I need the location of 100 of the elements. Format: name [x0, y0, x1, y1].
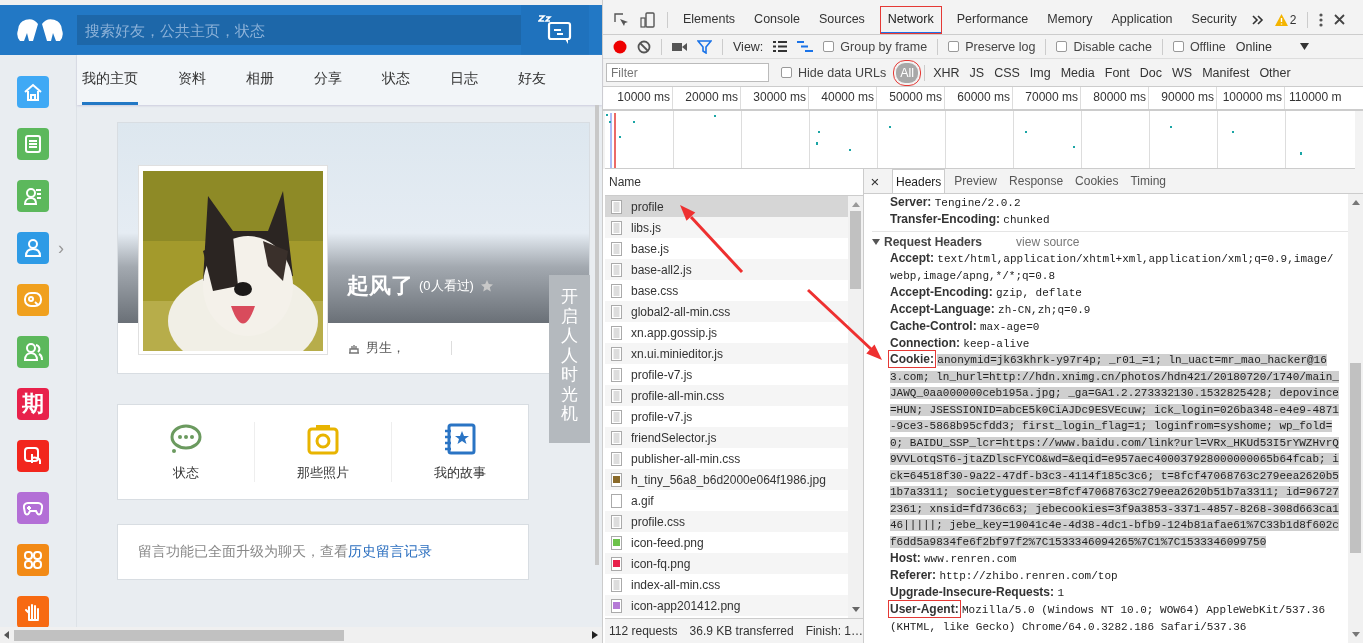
request-row[interactable]: profile — [605, 196, 848, 217]
type-filter-button[interactable]: Font — [1102, 64, 1132, 81]
request-row[interactable]: icon-app201412.png — [605, 595, 848, 616]
devtools-tab[interactable]: Application — [1107, 5, 1177, 34]
devtools-tab[interactable]: Console — [750, 5, 804, 34]
checkbox-box[interactable] — [948, 41, 960, 52]
close-button[interactable]: × — [864, 169, 886, 193]
detail-tab[interactable]: Preview — [951, 169, 1001, 193]
section-toggle[interactable]: Request Headers — [872, 235, 983, 249]
type-filter-button[interactable]: Manifest — [1200, 64, 1252, 81]
scrollbar[interactable] — [1348, 194, 1363, 643]
request-row[interactable]: icon-fq.png — [605, 553, 848, 574]
profile-tab[interactable]: 分享 — [314, 55, 370, 105]
history-link[interactable]: 历史留言记录 — [348, 543, 432, 559]
request-row[interactable]: xn.ui.minieditor.js — [605, 343, 848, 364]
type-filter-button[interactable]: CSS — [992, 64, 1022, 81]
record-icon[interactable] — [613, 39, 627, 54]
profile-tab[interactable]: 好友 — [518, 55, 574, 105]
request-row[interactable]: libs.js — [605, 217, 848, 238]
type-filter-button[interactable]: XHR — [931, 64, 962, 81]
sidebar-item[interactable] — [17, 128, 49, 160]
checkbox-box[interactable] — [781, 67, 792, 78]
scroll-thumb[interactable] — [850, 211, 861, 289]
sidebar-item[interactable] — [17, 284, 49, 316]
sidebar-item[interactable] — [17, 336, 49, 368]
quick-link[interactable]: 我的故事 — [391, 422, 528, 482]
quick-link[interactable]: 状态 — [118, 422, 254, 482]
profile-tab[interactable]: 相册 — [246, 55, 302, 105]
request-row[interactable]: friendSelector.js — [605, 427, 848, 448]
scroll-right-icon[interactable] — [592, 631, 598, 639]
sidebar-item[interactable] — [17, 180, 49, 212]
type-filter-button[interactable]: Other — [1257, 64, 1293, 81]
scroll-up-icon[interactable] — [1351, 200, 1360, 205]
scroll-down-icon[interactable] — [851, 607, 860, 612]
request-row[interactable]: global2-all-min.css — [605, 301, 848, 322]
scroll-thumb[interactable] — [1350, 363, 1361, 553]
request-row[interactable]: base-all2.js — [605, 259, 848, 280]
more-tabs-icon[interactable] — [1251, 14, 1264, 25]
kebab-menu-icon[interactable] — [1319, 12, 1324, 27]
scrollbar[interactable] — [848, 196, 863, 618]
inspect-icon[interactable] — [613, 11, 629, 28]
checkbox-box[interactable] — [1056, 41, 1068, 52]
detail-tab[interactable]: Cookies — [1072, 169, 1122, 193]
type-filter-button[interactable]: Doc — [1137, 64, 1164, 81]
checkbox[interactable]: Hide data URLs — [781, 65, 887, 80]
chat-button[interactable] — [521, 5, 589, 55]
sidebar-item[interactable] — [17, 232, 49, 264]
detail-tab[interactable]: Timing — [1127, 169, 1169, 193]
checkbox[interactable]: Preserve log — [948, 39, 1036, 54]
devtools-tab[interactable]: Performance — [952, 5, 1033, 34]
view-source-link[interactable]: view source — [1016, 235, 1080, 249]
quick-link[interactable]: 那些照片 — [254, 422, 391, 482]
star-icon[interactable] — [479, 279, 494, 293]
filter-icon[interactable] — [697, 39, 712, 54]
request-row[interactable]: h_tiny_56a8_b6d2000e064f1986.jpg — [605, 469, 848, 490]
warning-icon[interactable] — [1274, 13, 1288, 26]
sidebar-item[interactable] — [17, 492, 49, 524]
waterfall-icon[interactable] — [797, 41, 814, 52]
sidebar-item[interactable] — [17, 76, 49, 108]
sidebar-item[interactable] — [17, 544, 49, 576]
filter-field[interactable]: Filter — [606, 63, 769, 82]
profile-tab[interactable]: 资料 — [178, 55, 234, 105]
devtools-tab[interactable]: Memory — [1043, 5, 1097, 34]
sidebar-item[interactable] — [17, 440, 49, 472]
detail-tab[interactable]: Headers — [892, 169, 946, 193]
checkbox-box[interactable] — [823, 41, 835, 52]
checkbox-box[interactable] — [1172, 41, 1184, 52]
logo-icon[interactable] — [16, 17, 64, 43]
sidebar-item[interactable] — [17, 596, 49, 628]
sidebar-item[interactable]: 期 — [17, 388, 49, 420]
close-icon[interactable] — [1334, 14, 1346, 25]
profile-tab[interactable]: 状态 — [382, 55, 438, 105]
devtools-tab[interactable]: Elements — [679, 5, 740, 34]
scroll-down-icon[interactable] — [1351, 632, 1360, 637]
throttling-dropdown[interactable]: Online — [1235, 39, 1309, 54]
list-view-icon[interactable] — [773, 41, 788, 52]
scroll-thumb[interactable] — [14, 629, 344, 641]
device-icon[interactable] — [640, 11, 656, 28]
detail-tab[interactable]: Response — [1006, 169, 1067, 193]
checkbox[interactable]: Disable cache — [1056, 39, 1152, 54]
profile-tab[interactable]: 我的主页 — [82, 55, 138, 105]
checkbox[interactable]: Group by frame — [823, 39, 928, 54]
type-filter-button[interactable]: Img — [1027, 64, 1053, 81]
scroll-left-icon[interactable] — [4, 631, 10, 639]
checkbox[interactable]: Offline — [1172, 39, 1226, 54]
type-filter-button[interactable]: WS — [1170, 64, 1195, 81]
devtools-tab[interactable]: Sources — [815, 5, 869, 34]
video-camera-icon[interactable] — [672, 41, 687, 52]
search-field[interactable]: 搜索好友，公共主页，状态 — [77, 15, 521, 45]
scroll-up-icon[interactable] — [851, 202, 860, 207]
profile-tab[interactable]: 日志 — [450, 55, 506, 105]
type-filter-button[interactable]: Media — [1058, 64, 1097, 81]
clear-icon[interactable] — [637, 39, 651, 54]
devtools-tab[interactable]: Network — [879, 5, 942, 34]
type-filter-button[interactable]: JS — [967, 64, 987, 81]
request-row[interactable]: profile-all-min.css — [605, 385, 848, 406]
devtools-tab[interactable]: Security — [1187, 5, 1241, 34]
request-row[interactable]: profile.css — [605, 511, 848, 532]
warning-count[interactable]: 2 — [1289, 12, 1297, 27]
scrollbar[interactable] — [595, 105, 599, 565]
